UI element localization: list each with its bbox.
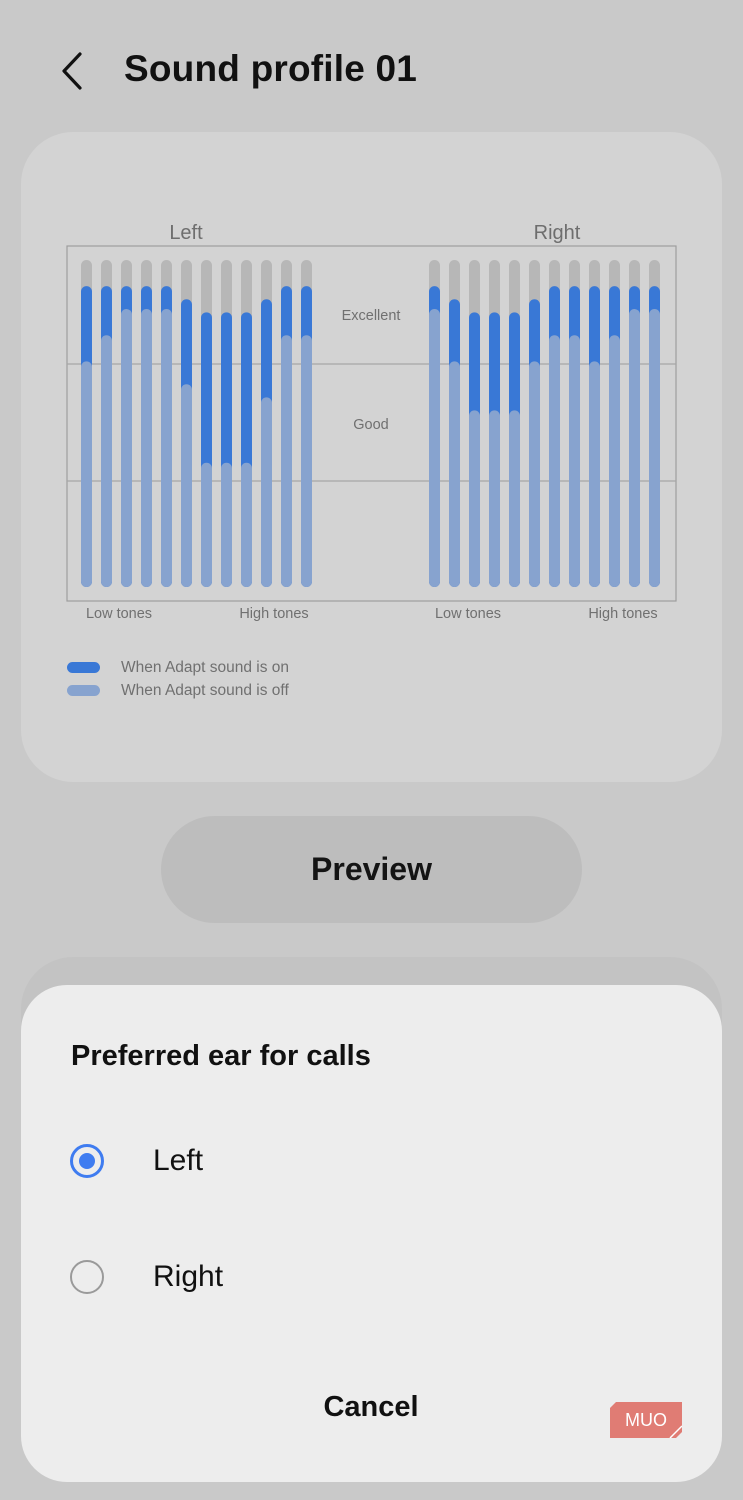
legend-swatch-off bbox=[67, 685, 100, 696]
level-label-excellent: Excellent bbox=[342, 308, 401, 324]
left-bar-adapt-off bbox=[181, 384, 192, 587]
right-low-tones-label: Low tones bbox=[435, 606, 501, 622]
hearing-chart: Left Right Excellent Good Low tones High tone… bbox=[66, 222, 677, 622]
left-bar-adapt-off bbox=[241, 462, 252, 587]
left-bar-adapt-off bbox=[221, 462, 232, 587]
radio-selected-icon[interactable] bbox=[70, 1144, 104, 1178]
right-bar-adapt-off bbox=[489, 410, 500, 587]
right-bar-adapt-off bbox=[569, 335, 580, 587]
chart-legend: When Adapt sound is on When Adapt sound … bbox=[67, 656, 289, 702]
cancel-button[interactable]: Cancel bbox=[271, 1377, 471, 1437]
right-bar-adapt-off bbox=[449, 361, 460, 587]
option-right-label: Right bbox=[153, 1260, 224, 1293]
right-bar-adapt-off bbox=[589, 361, 600, 587]
right-bar-adapt-off bbox=[509, 410, 520, 587]
left-bar-adapt-off bbox=[261, 397, 272, 587]
right-high-tones-label: High tones bbox=[588, 606, 657, 622]
right-bar-adapt-off bbox=[649, 309, 660, 587]
legend-swatch-on bbox=[67, 662, 100, 673]
left-low-tones-label: Low tones bbox=[86, 606, 152, 622]
option-left-label: Left bbox=[153, 1144, 204, 1177]
right-bar-adapt-off bbox=[429, 309, 440, 587]
right-bar-adapt-off bbox=[469, 410, 480, 587]
left-bar-adapt-off bbox=[301, 335, 312, 587]
watermark-text: MUO bbox=[625, 1410, 667, 1430]
left-bar-adapt-off bbox=[141, 309, 152, 587]
option-right[interactable]: Right bbox=[49, 1235, 689, 1319]
dialog-title: Preferred ear for calls bbox=[71, 1040, 371, 1072]
radio-unselected-icon[interactable] bbox=[70, 1260, 104, 1294]
left-bar-adapt-off bbox=[101, 335, 112, 587]
legend-label-off: When Adapt sound is off bbox=[121, 681, 289, 699]
chevron-left-icon[interactable] bbox=[52, 48, 92, 94]
left-bar-adapt-off bbox=[81, 361, 92, 587]
right-bar-adapt-off bbox=[529, 361, 540, 587]
left-bar-adapt-off bbox=[201, 462, 212, 587]
hearing-chart-card: Left Right Excellent Good Low tones High tone… bbox=[21, 132, 722, 782]
level-label-good: Good bbox=[353, 417, 388, 433]
left-high-tones-label: High tones bbox=[239, 606, 308, 622]
page-title: Sound profile 01 bbox=[124, 48, 418, 89]
legend-item-on: When Adapt sound is on bbox=[67, 656, 289, 679]
right-chart-title: Right bbox=[534, 222, 581, 244]
left-chart-title: Left bbox=[169, 222, 203, 244]
legend-item-off: When Adapt sound is off bbox=[67, 679, 289, 702]
option-left[interactable]: Left bbox=[49, 1119, 689, 1203]
app-header: Sound profile 01 bbox=[0, 0, 743, 140]
legend-label-on: When Adapt sound is on bbox=[121, 658, 290, 676]
left-bar-adapt-off bbox=[121, 309, 132, 587]
left-bar-adapt-off bbox=[161, 309, 172, 587]
right-bar-adapt-off bbox=[549, 335, 560, 587]
left-bar-adapt-off bbox=[281, 335, 292, 587]
right-bar-adapt-off bbox=[609, 335, 620, 587]
preview-button[interactable]: Preview bbox=[161, 816, 582, 923]
right-bar-adapt-off bbox=[629, 309, 640, 587]
muo-watermark-logo: MUO bbox=[610, 1402, 682, 1438]
